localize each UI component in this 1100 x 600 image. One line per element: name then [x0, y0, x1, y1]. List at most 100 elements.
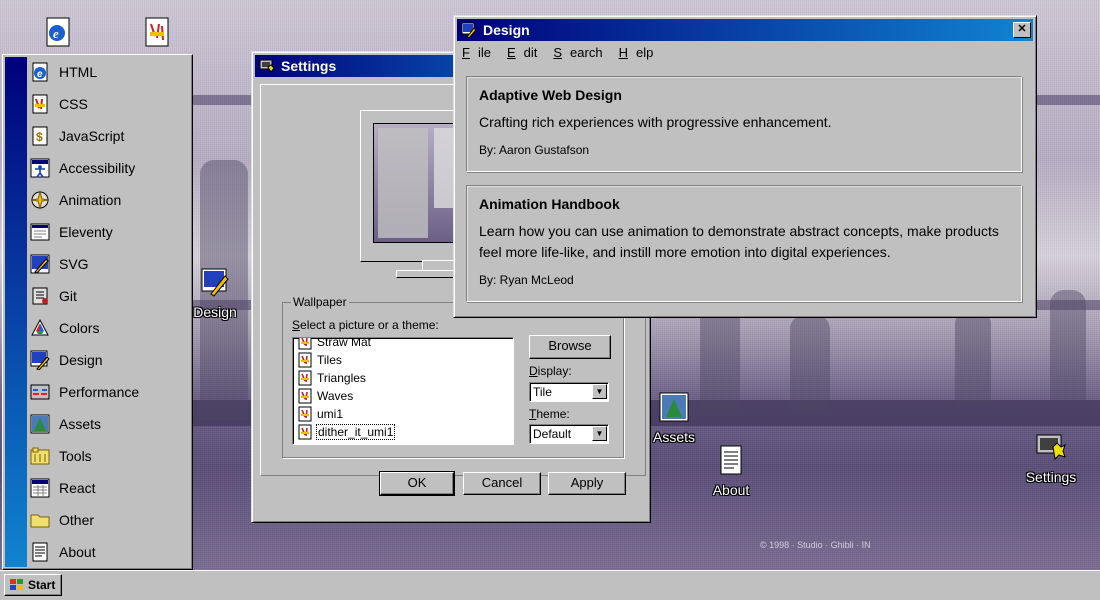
assets-icon — [659, 392, 689, 422]
image-file-icon — [298, 352, 312, 368]
book-description: Learn how you can use animation to demon… — [479, 223, 999, 260]
book-card[interactable]: Adaptive Web Design Crafting rich experi… — [466, 76, 1022, 172]
book-card[interactable]: Animation Handbook Learn how you can use… — [466, 185, 1022, 302]
start-menu-item-label: JavaScript — [59, 128, 125, 144]
wallpaper-figure — [790, 315, 830, 410]
start-menu-item-animation[interactable]: Animation — [30, 186, 188, 214]
start-menu-banner — [5, 57, 27, 567]
wallpaper-list-label: Straw Mat — [317, 337, 372, 349]
book-description: Crafting rich experiences with progressi… — [479, 114, 832, 130]
desktop-icon-label: About — [712, 482, 750, 498]
chevron-down-icon[interactable]: ▼ — [592, 426, 607, 441]
assets-icon — [30, 414, 50, 434]
ie-icon: e — [46, 17, 70, 47]
windows-logo-icon — [10, 579, 23, 590]
menu-help[interactable]: Help — [619, 42, 670, 62]
start-menu-item-other[interactable]: Other — [30, 506, 188, 534]
wallpaper-list-item[interactable]: Tiles — [297, 351, 342, 369]
wallpaper-list-item[interactable]: umi1 — [297, 405, 343, 423]
wallpaper-list-label: Waves — [317, 389, 354, 403]
image-file-icon — [298, 388, 312, 404]
start-menu-item-label: About — [59, 544, 96, 560]
browse-button[interactable]: Browse — [529, 335, 611, 359]
image-file-icon — [298, 406, 312, 422]
design-title: Design — [483, 22, 530, 38]
wallpaper-list-label: Tiles — [317, 353, 342, 367]
start-menu-item-css[interactable]: CSS — [30, 90, 188, 118]
svg-text:e: e — [37, 69, 43, 80]
about-icon — [32, 542, 48, 562]
react-icon — [30, 478, 50, 498]
wallpaper-list-item[interactable]: Straw Mat — [297, 337, 372, 351]
wallpaper-list[interactable]: Straw Mat Tiles Triangles Waves umi1 dither_i… — [292, 337, 514, 445]
desktop-icon-html[interactable]: e — [13, 16, 103, 54]
desktop-icon-settings[interactable]: Settings — [1006, 431, 1096, 485]
design-icon — [201, 268, 229, 297]
eleventy-icon — [30, 223, 50, 241]
start-menu-item-about[interactable]: About — [30, 538, 188, 566]
start-menu-item-label: HTML — [59, 64, 98, 80]
image-file-icon — [298, 370, 312, 386]
cancel-button[interactable]: Cancel — [463, 472, 541, 495]
svg-icon — [30, 254, 50, 274]
git-icon — [32, 287, 48, 305]
start-menu-item-label: Assets — [59, 416, 102, 432]
start-menu-item-label: Accessibility — [59, 160, 136, 176]
chevron-down-icon[interactable]: ▼ — [592, 384, 607, 399]
desktop-icon-about[interactable]: About — [686, 444, 776, 498]
start-button[interactable]: Start — [4, 574, 62, 596]
ok-button[interactable]: OK — [379, 471, 455, 496]
start-menu-item-label: Eleventy — [59, 224, 113, 240]
svg-text:$: $ — [36, 130, 43, 144]
book-title: Adaptive Web Design — [479, 87, 622, 103]
close-icon[interactable]: ✕ — [1013, 22, 1031, 38]
design-icon — [461, 22, 477, 38]
wallpaper-credit: © 1998 · Studio · Ghibli · IN — [760, 540, 871, 550]
performance-icon — [30, 384, 50, 400]
design-menubar: File Edit Search Help — [462, 42, 669, 62]
start-menu-item-react[interactable]: React — [30, 474, 188, 502]
start-menu-item-label: Colors — [59, 320, 100, 336]
start-menu-item-svg[interactable]: SVG — [30, 250, 188, 278]
book-title: Animation Handbook — [479, 196, 620, 212]
folder-icon — [30, 514, 50, 528]
wallpaper-list-label: Triangles — [317, 371, 366, 385]
start-menu-item-javascript[interactable]: $ JavaScript — [30, 122, 188, 150]
start-menu-item-eleventy[interactable]: Eleventy — [30, 218, 188, 246]
colors-icon — [31, 318, 49, 336]
css-icon — [32, 94, 48, 114]
wallpaper-list-item[interactable]: dither_it_umi1 — [297, 423, 396, 441]
svg-text:e: e — [53, 26, 59, 41]
start-menu-item-git[interactable]: Git — [30, 282, 188, 310]
start-menu-item-design[interactable]: Design — [30, 346, 188, 374]
wallpaper-group-label: Wallpaper — [291, 295, 349, 309]
menu-search[interactable]: Search — [553, 42, 618, 62]
design-titlebar[interactable]: Design ✕ — [457, 19, 1033, 41]
css-icon — [145, 17, 169, 47]
start-label: Start — [28, 578, 56, 592]
ie-icon: e — [32, 62, 48, 82]
wallpaper-figure — [1050, 290, 1086, 400]
start-menu-item-assets[interactable]: Assets — [30, 410, 188, 438]
desktop-icon-css[interactable] — [112, 16, 202, 54]
start-menu-item-label: CSS — [59, 96, 88, 112]
wallpaper-list-item[interactable]: Triangles — [297, 369, 366, 387]
menu-edit[interactable]: Edit — [507, 42, 553, 62]
start-menu-item-label: Animation — [59, 192, 122, 208]
start-menu-item-label: Tools — [59, 448, 92, 464]
menu-file[interactable]: File — [462, 42, 507, 62]
taskbar: Start — [0, 570, 1100, 600]
start-menu-item-tools[interactable]: Tools — [30, 442, 188, 470]
display-label: Display: — [529, 364, 572, 378]
wallpaper-list-item[interactable]: Waves — [297, 387, 353, 405]
start-menu-item-colors[interactable]: Colors — [30, 314, 188, 342]
apply-button[interactable]: Apply — [548, 472, 626, 495]
settings-icon — [259, 59, 275, 73]
wallpaper-list-label: umi1 — [317, 407, 344, 421]
theme-select[interactable]: Default ▼ — [529, 424, 609, 444]
start-menu-item-accessibility[interactable]: Accessibility — [30, 154, 188, 182]
design-window: Design ✕ File Edit Search Help Adaptive … — [453, 15, 1037, 318]
display-select[interactable]: Tile ▼ — [529, 382, 609, 402]
start-menu-item-performance[interactable]: Performance — [30, 378, 188, 406]
start-menu-item-html[interactable]: e HTML — [30, 58, 188, 86]
